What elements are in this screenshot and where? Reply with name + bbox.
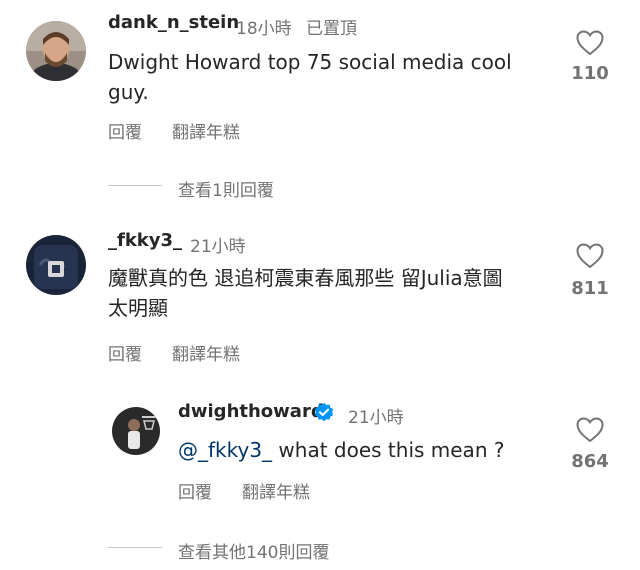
reply-button[interactable]: 回覆 <box>108 118 142 143</box>
heart-icon[interactable] <box>576 417 604 443</box>
comment-text: Dwight Howard top 75 social media cool g… <box>108 47 548 107</box>
reply-text-body: what does this mean ? <box>272 438 505 462</box>
like-count: 864 <box>571 451 609 472</box>
reply-button[interactable]: 回覆 <box>108 340 142 365</box>
view-replies-button[interactable]: 查看1則回覆 <box>178 176 274 201</box>
translate-button[interactable]: 翻譯年糕 <box>172 340 240 365</box>
reply-text: @_fkky3_ what does this mean ? <box>178 435 504 465</box>
view-more-replies-button[interactable]: 查看其他140則回覆 <box>178 538 329 563</box>
comment-text: 魔獸真的色 退追柯震東春風那些 留Julia意圖 太明顯 <box>108 263 558 323</box>
avatar-dank-n-stein[interactable] <box>26 21 86 81</box>
translate-button[interactable]: 翻譯年糕 <box>242 478 310 503</box>
translate-button[interactable]: 翻譯年糕 <box>172 118 240 143</box>
mention-link[interactable]: @_fkky3_ <box>178 438 272 462</box>
avatar-fkky3[interactable] <box>26 235 86 295</box>
reply-button[interactable]: 回覆 <box>178 478 212 503</box>
like-count: 811 <box>571 278 609 299</box>
comment-timestamp: 18小時 <box>236 19 292 39</box>
heart-icon[interactable] <box>576 30 604 56</box>
verified-badge-icon <box>313 402 335 424</box>
comment-text-line: guy. <box>108 80 149 104</box>
comment-text-line: 魔獸真的色 退追柯震東春風那些 留Julia意圖 <box>108 266 503 290</box>
pinned-label: 已置頂 <box>306 19 357 39</box>
heart-icon[interactable] <box>576 243 604 269</box>
comment-timestamp: 21小時 <box>190 237 246 257</box>
comment-username[interactable]: _fkky3_ <box>108 230 182 251</box>
divider-line <box>108 547 162 548</box>
comment-text-line: 太明顯 <box>108 296 168 320</box>
reply-timestamp: 21小時 <box>348 408 404 428</box>
avatar-dwighthoward[interactable] <box>112 407 160 455</box>
comment-text-line: Dwight Howard top 75 social media cool <box>108 50 512 74</box>
comment-username[interactable]: dank_n_stein <box>108 12 239 33</box>
divider-line <box>108 185 162 186</box>
like-count: 110 <box>571 63 609 84</box>
reply-username[interactable]: dwighthoward <box>178 401 324 422</box>
